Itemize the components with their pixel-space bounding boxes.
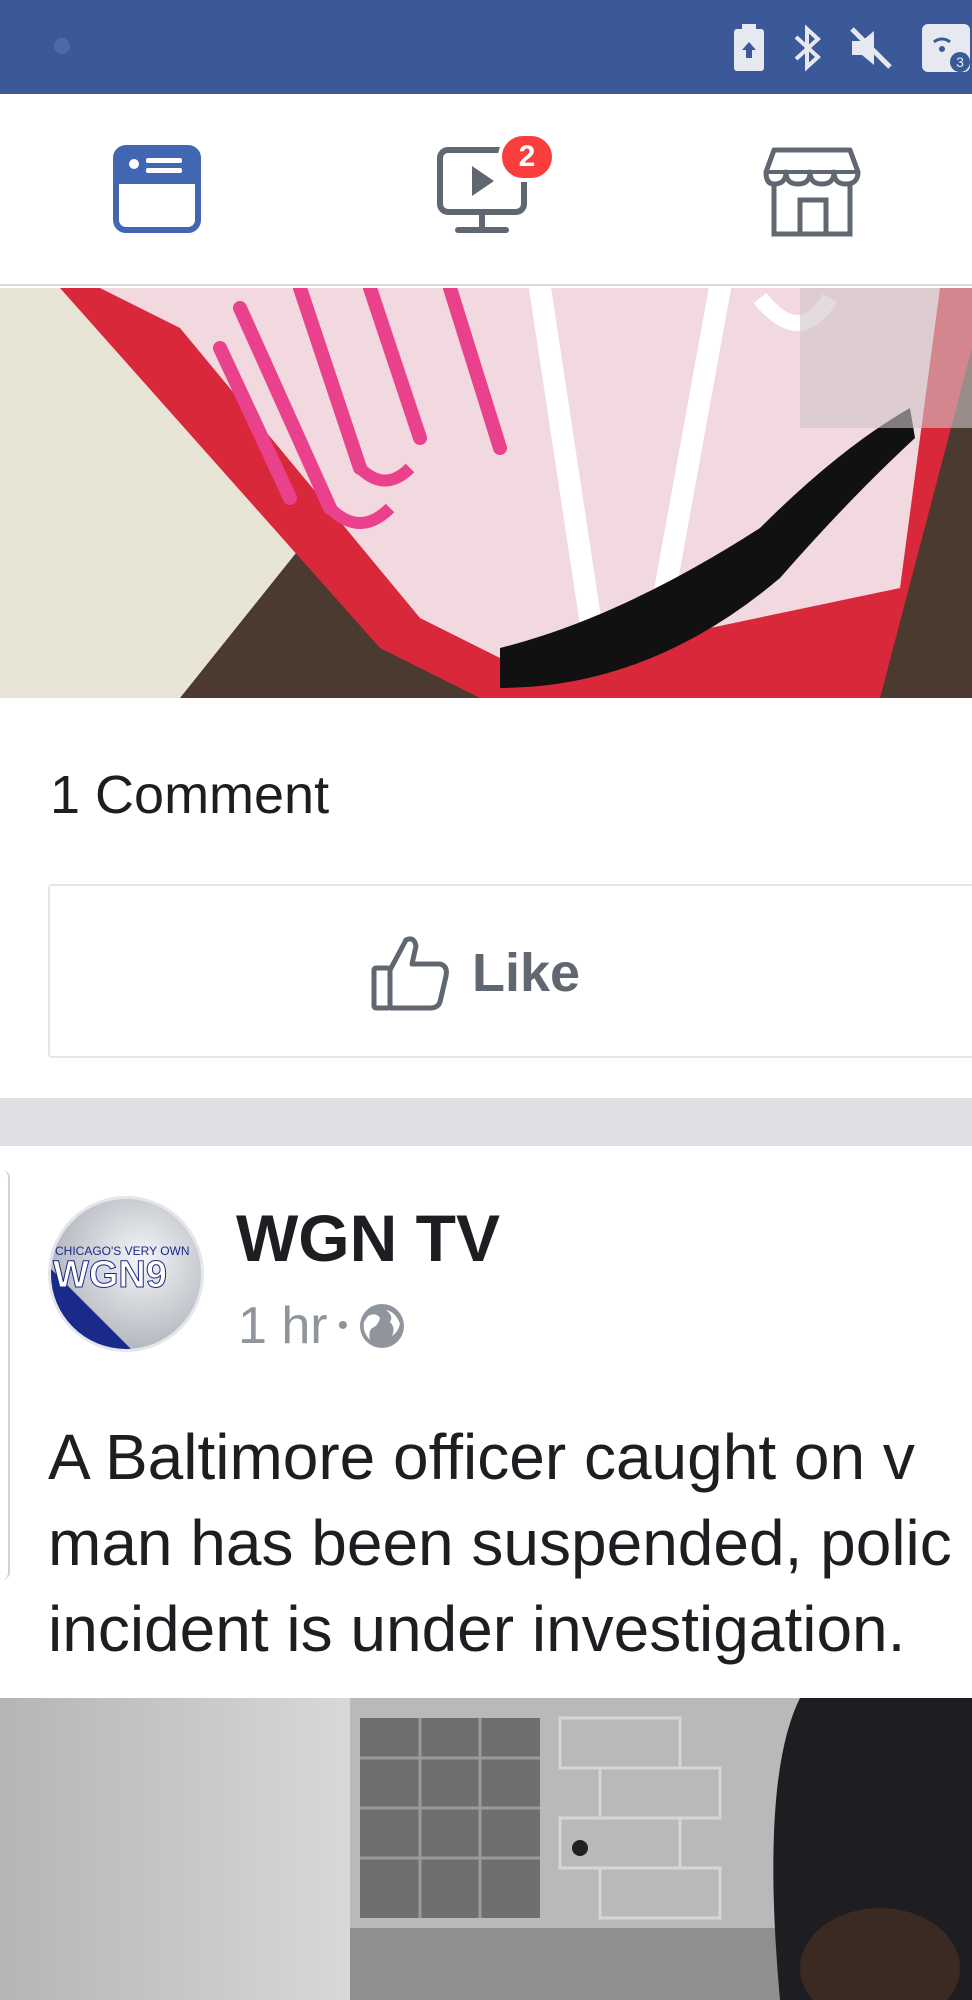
edge-panel-handle[interactable] <box>0 1170 10 1580</box>
news-feed-icon <box>113 145 201 233</box>
post-text-line: incident is under investigation. <box>48 1593 906 1665</box>
notification-dot <box>54 38 70 54</box>
tab-watch[interactable]: 2 <box>432 132 556 240</box>
top-nav: 2 <box>0 94 972 286</box>
bluetooth-icon <box>792 23 822 73</box>
muted-icon <box>848 25 894 71</box>
tab-marketplace[interactable] <box>762 144 862 240</box>
like-label: Like <box>472 943 581 1003</box>
feed-separator <box>0 1098 972 1146</box>
post-text: A Baltimore officer caught on v man has … <box>48 1414 972 1672</box>
bag-with-hangers-image <box>0 288 972 698</box>
hotspot-icon: 3 <box>920 22 972 74</box>
page-name[interactable]: WGN TV <box>236 1200 500 1276</box>
thumbs-up-icon <box>371 936 449 1011</box>
comment-count[interactable]: 1 Comment <box>50 764 329 826</box>
post-text-line: A Baltimore officer caught on v <box>48 1421 915 1493</box>
tab-news-feed[interactable] <box>112 144 212 240</box>
battery-saver-icon <box>732 24 766 72</box>
status-bar: 3 <box>0 0 972 94</box>
post-actions: Like <box>48 884 972 1058</box>
marketplace-icon <box>763 147 861 237</box>
news-video-still-image <box>0 1698 972 2000</box>
post-time[interactable]: 1 hr <box>238 1296 328 1356</box>
post-photo-2[interactable] <box>0 1698 972 2000</box>
status-icons: 3 <box>732 22 972 74</box>
meta-separator: • <box>337 1309 349 1342</box>
post-text-line: man has been suspended, polic <box>48 1507 952 1579</box>
globe-icon <box>360 1304 405 1348</box>
like-button[interactable]: Like <box>370 934 580 1012</box>
wgn-logo: CHICAGO'S VERY OWN WGN9 <box>51 1199 201 1349</box>
avatar-logo-text: WGN9 <box>53 1254 167 1296</box>
post-meta: 1 hr • <box>238 1296 406 1356</box>
hotspot-count: 3 <box>956 54 964 70</box>
watch-badge: 2 <box>498 132 556 182</box>
page-avatar[interactable]: CHICAGO'S VERY OWN WGN9 <box>48 1196 204 1352</box>
post-photo[interactable] <box>0 288 972 698</box>
